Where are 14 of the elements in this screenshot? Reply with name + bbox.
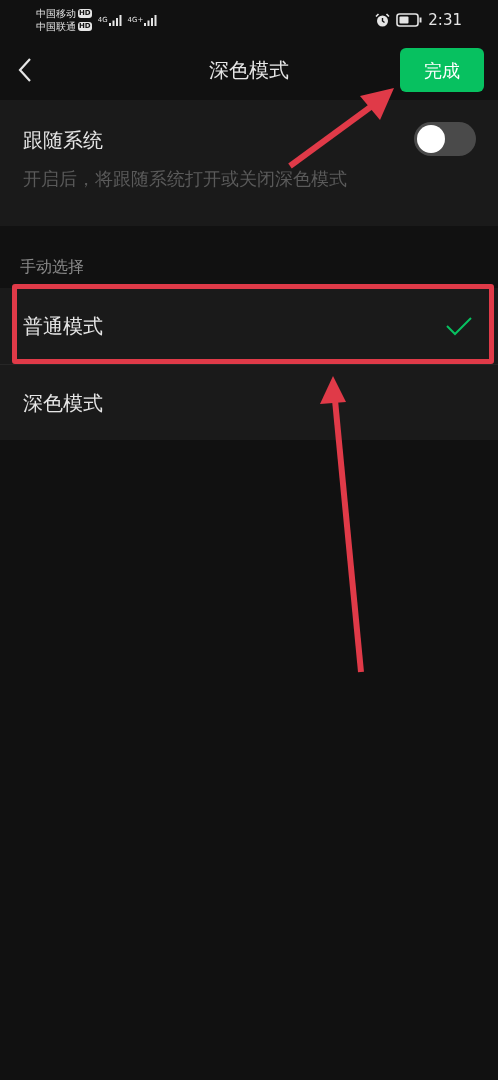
setting-label: 跟随系统 <box>23 127 103 154</box>
signal-icon <box>144 14 158 26</box>
option-row[interactable]: 普通模式 <box>0 288 498 364</box>
page-title: 深色模式 <box>209 57 289 84</box>
section-label: 手动选择 <box>19 256 85 278</box>
alarm-icon <box>375 12 391 28</box>
setting-description: 开启后，将跟随系统打开或关闭深色模式 <box>23 168 347 191</box>
signal-icon <box>108 14 122 26</box>
clock-time: 2:31 <box>428 9 462 31</box>
carrier-name: 中国移动 <box>36 7 76 20</box>
carrier-name: 中国联通 <box>36 20 76 33</box>
battery-icon <box>396 13 423 27</box>
toggle-switch[interactable] <box>414 122 476 156</box>
check-icon <box>446 316 472 336</box>
